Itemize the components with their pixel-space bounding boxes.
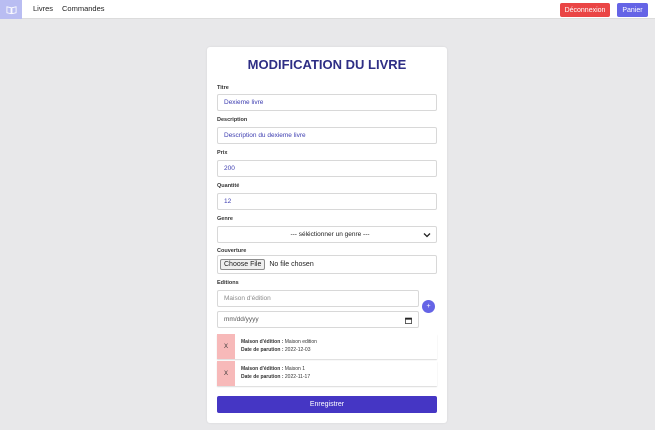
nav-link-livres[interactable]: Livres xyxy=(33,4,53,13)
genre-select[interactable]: --- séléctionner un genre --- xyxy=(217,226,437,243)
couverture-file-input[interactable]: Choose File No file chosen xyxy=(217,255,437,274)
book-icon[interactable] xyxy=(0,0,22,19)
prix-input[interactable]: 200 xyxy=(217,160,437,177)
page-title: MODIFICATION DU LIVRE xyxy=(247,57,407,72)
edition-date: Date de parution : 2022-11-17 xyxy=(241,374,311,380)
genre-selected-value: --- séléctionner un genre --- xyxy=(290,231,370,238)
edition-maison: Maison d'édition : Maison edition xyxy=(241,339,317,345)
quantite-label: Quantité xyxy=(217,183,240,189)
file-status: No file chosen xyxy=(269,261,314,268)
choose-file-button[interactable]: Choose File xyxy=(220,259,266,270)
genre-label: Genre xyxy=(217,216,233,222)
description-label: Description xyxy=(217,117,248,123)
edit-book-card: MODIFICATION DU LIVRE Titre Dexieme livr… xyxy=(207,47,447,423)
edition-item: X Maison d'édition : Maison edition Date… xyxy=(217,334,437,359)
titre-label: Titre xyxy=(217,85,229,91)
edition-maison: Maison d'édition : Maison 1 xyxy=(241,366,305,372)
add-edition-button[interactable]: + xyxy=(422,300,435,313)
cart-button[interactable]: Panier xyxy=(617,3,648,17)
quantite-input[interactable]: 12 xyxy=(217,193,437,210)
maison-edition-input[interactable]: Maison d'édition xyxy=(217,290,419,307)
editions-label: Editions xyxy=(217,280,239,286)
remove-edition-button[interactable]: X xyxy=(217,334,235,359)
description-input[interactable]: Description du dexieme livre xyxy=(217,127,437,144)
top-navbar: Livres Commandes Déconnexion Panier xyxy=(0,0,655,19)
date-parution-input[interactable]: mm/dd/yyyy xyxy=(217,311,419,328)
couverture-label: Couverture xyxy=(217,248,247,254)
edition-item: X Maison d'édition : Maison 1 Date de pa… xyxy=(217,361,437,386)
calendar-icon[interactable] xyxy=(405,317,412,324)
prix-label: Prix xyxy=(217,150,228,156)
nav-link-commandes[interactable]: Commandes xyxy=(62,4,105,13)
save-button[interactable]: Enregistrer xyxy=(217,396,437,413)
edition-date: Date de parution : 2022-12-03 xyxy=(241,347,311,353)
titre-input[interactable]: Dexieme livre xyxy=(217,94,437,111)
logout-button[interactable]: Déconnexion xyxy=(560,3,610,17)
date-placeholder: mm/dd/yyyy xyxy=(224,316,259,323)
chevron-down-icon xyxy=(423,233,431,238)
remove-edition-button[interactable]: X xyxy=(217,361,235,386)
